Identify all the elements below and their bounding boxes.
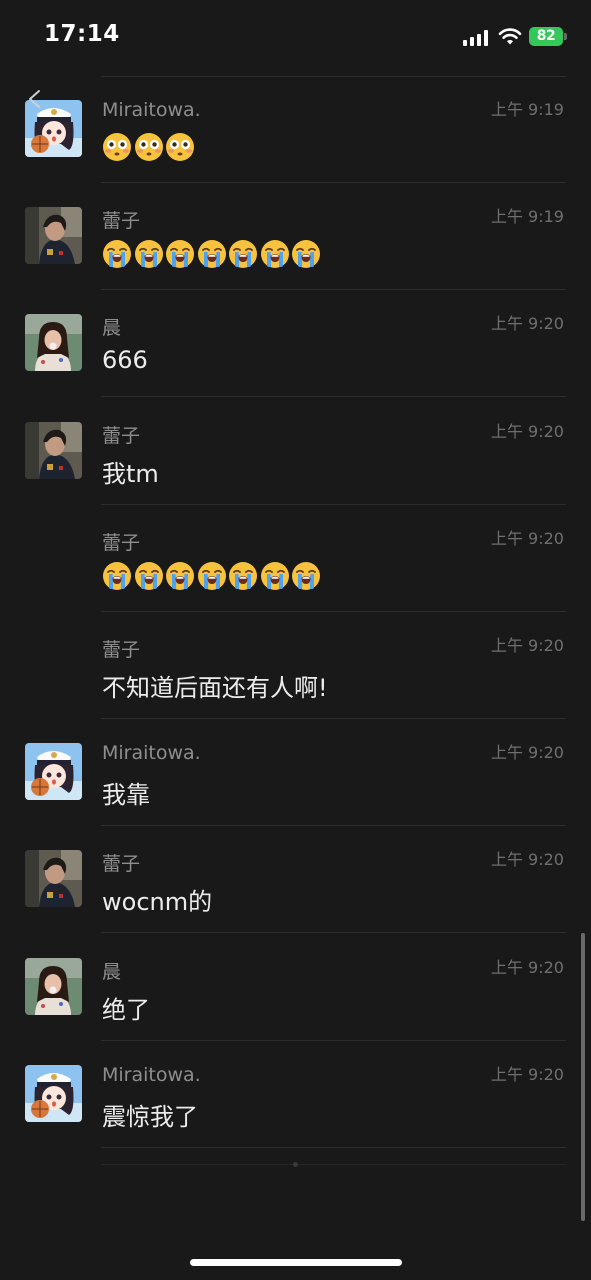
message-row[interactable]: Miraitowa. 上午 9:20 我靠: [0, 719, 591, 827]
message-time: 上午 9:20: [490, 314, 564, 334]
loudly-crying-face-icon: [101, 238, 133, 274]
loudly-crying-face-icon: [133, 238, 165, 274]
home-indicator[interactable]: [190, 1259, 402, 1266]
message-row[interactable]: 蕾子 上午 9:20 wocnm的: [0, 826, 591, 934]
message-time: 上午 9:20: [490, 850, 564, 870]
battery-cap: [564, 33, 567, 40]
message-text: 我靠: [102, 781, 150, 810]
sender-name: 蕾子: [102, 424, 141, 447]
sender-name: Miraitowa.: [102, 1063, 201, 1086]
sender-name: 蕾子: [102, 853, 141, 876]
message-row[interactable]: 晨 上午 9:20 绝了: [0, 934, 591, 1041]
signal-icon: [463, 30, 489, 46]
message-text: 666: [102, 346, 148, 375]
scrollbar[interactable]: [581, 933, 585, 1221]
message-text: 绝了: [102, 995, 150, 1024]
message-text: 我tm: [102, 459, 159, 488]
message-row[interactable]: 蕾子 上午 9:20: [0, 505, 591, 612]
sender-name: 晨: [102, 960, 122, 983]
message-time: 上午 9:19: [490, 207, 564, 227]
avatar[interactable]: [25, 850, 82, 908]
battery-icon: 82: [529, 27, 563, 46]
sender-name: 蕾子: [102, 639, 141, 661]
message-row[interactable]: 蕾子 上午 9:19: [0, 183, 591, 291]
avatar[interactable]: [25, 1064, 82, 1122]
sender-name: 蕾子: [102, 531, 141, 554]
loudly-crying-face-icon: [101, 560, 133, 596]
divider: [101, 1164, 566, 1165]
message-time: 上午 9:20: [490, 421, 564, 441]
divider: [101, 1146, 566, 1148]
message-time: 上午 9:20: [490, 636, 564, 655]
avatar[interactable]: [25, 957, 82, 1015]
loudly-crying-face-icon: [227, 560, 259, 596]
loudly-crying-face-icon: [133, 560, 165, 596]
message-emoji-content: [101, 131, 196, 167]
loudly-crying-face-icon: [164, 238, 196, 274]
loudly-crying-face-icon: [164, 560, 196, 596]
loudly-crying-face-icon: [196, 560, 228, 596]
flushed-face-icon: [133, 131, 165, 167]
message-time: 上午 9:20: [490, 957, 564, 977]
avatar[interactable]: [25, 207, 82, 265]
message-text: wocnm的: [102, 888, 213, 917]
loudly-crying-face-icon: [290, 238, 322, 274]
avatar[interactable]: [25, 743, 82, 801]
message-row[interactable]: 蕾子 上午 9:20 不知道后面还有人啊!: [0, 612, 591, 719]
load-more-dot: [293, 1162, 298, 1167]
message-time: 上午 9:20: [490, 1064, 564, 1084]
sender-name: 蕾子: [102, 210, 141, 233]
message-emoji-content: [101, 560, 322, 596]
message-time: 上午 9:20: [490, 528, 564, 548]
back-arrow-icon[interactable]: [24, 88, 46, 110]
message-row[interactable]: 蕾子 上午 9:20 我tm: [0, 398, 591, 505]
sender-name: Miraitowa.: [102, 99, 201, 121]
loudly-crying-face-icon: [259, 238, 291, 274]
message-text: 震惊我了: [102, 1102, 198, 1131]
wifi-icon: [498, 28, 522, 45]
message-row[interactable]: Miraitowa. 上午 9:19: [0, 76, 591, 183]
avatar[interactable]: [25, 421, 82, 479]
loudly-crying-face-icon: [227, 238, 259, 274]
avatar[interactable]: [25, 314, 82, 372]
message-time: 上午 9:19: [490, 100, 564, 119]
loudly-crying-face-icon: [196, 238, 228, 274]
message-row[interactable]: 晨 上午 9:20 666: [0, 290, 591, 398]
status-bar: 17:14 82: [0, 0, 591, 70]
message-time: 上午 9:20: [490, 743, 564, 763]
sender-name: Miraitowa.: [102, 742, 201, 765]
message-text: 不知道后面还有人啊!: [102, 674, 328, 702]
message-emoji-content: [101, 238, 322, 274]
flushed-face-icon: [164, 131, 196, 167]
loudly-crying-face-icon: [259, 560, 291, 596]
sender-name: 晨: [102, 317, 122, 340]
flushed-face-icon: [101, 131, 133, 167]
loudly-crying-face-icon: [290, 560, 322, 596]
message-row[interactable]: Miraitowa. 上午 9:20 震惊我了: [0, 1041, 591, 1148]
status-time: 17:14: [44, 21, 120, 47]
